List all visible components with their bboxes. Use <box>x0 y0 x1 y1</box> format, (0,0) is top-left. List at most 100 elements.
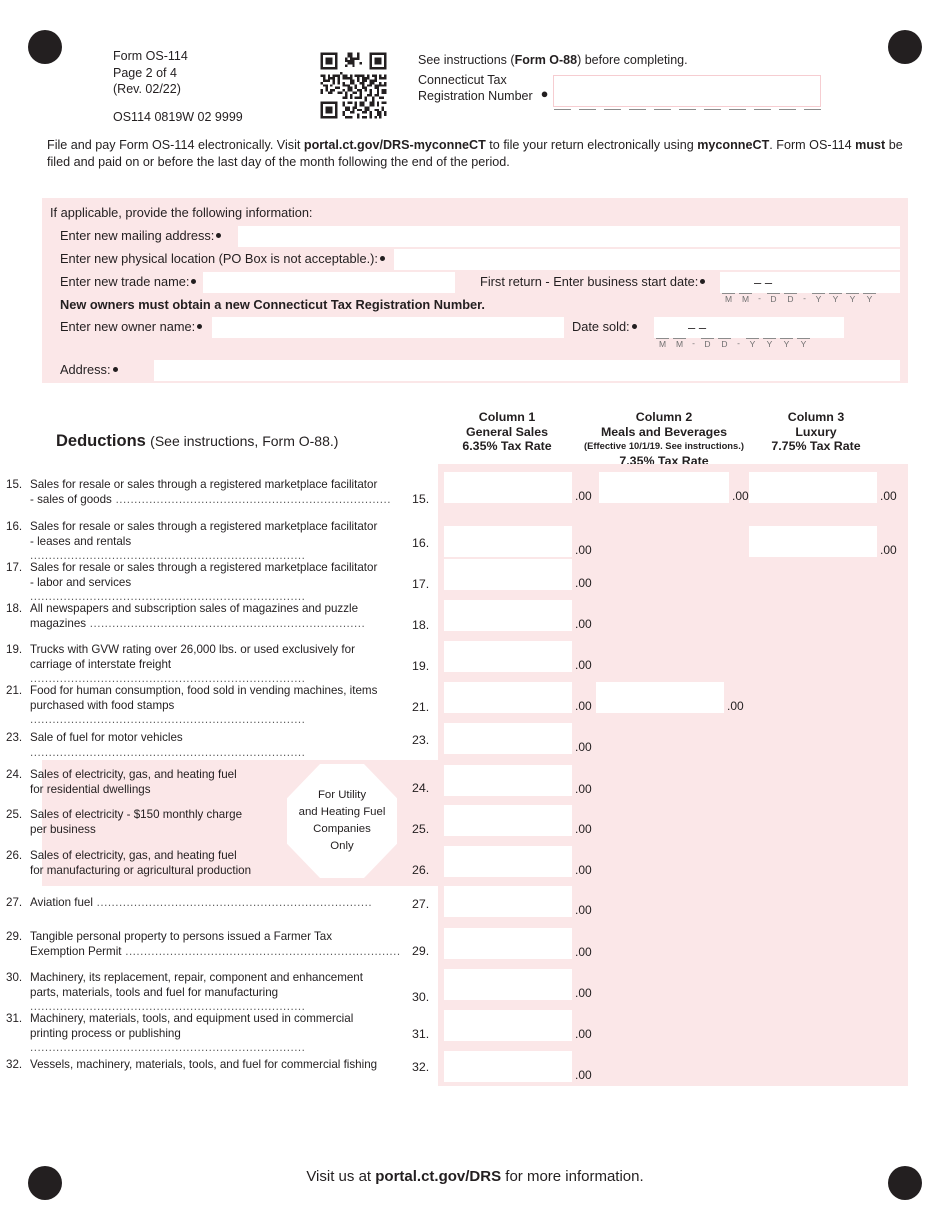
date-sold-legend: MM-DD-YYYY <box>654 338 812 349</box>
row-description-text: Machinery, materials, tools, and equipme… <box>30 1012 354 1055</box>
leader-dots: ........................................… <box>121 944 401 958</box>
new-owner-name-input[interactable] <box>212 317 564 338</box>
row-number-left: 26. <box>6 849 23 862</box>
amount-input-col1[interactable] <box>444 472 572 503</box>
new-physical-location-input[interactable] <box>394 249 900 270</box>
row-number-left: 19. <box>6 643 23 656</box>
row-description-text: Aviation fuel ..........................… <box>30 896 373 909</box>
utility-only-octagon-text: For Utility and Heating Fuel Companies O… <box>298 789 386 852</box>
decimal-suffix: .00 <box>575 903 592 917</box>
header-instructions-block: See instructions (Form O-88) before comp… <box>418 53 888 110</box>
new-mailing-address-input[interactable] <box>238 226 900 247</box>
row-number-right: 29. <box>412 944 430 958</box>
row-description: 27. Aviation fuel .......................… <box>6 896 406 911</box>
ct-registration-number-field[interactable] <box>552 75 822 110</box>
row-description: 21. Food for human consumption, food sold… <box>6 684 406 728</box>
leader-dots: ........................................… <box>111 492 391 506</box>
amount-input-col1[interactable] <box>444 559 572 590</box>
row-description-text: All newspapers and subscription sales of… <box>30 602 366 630</box>
amount-input-col1[interactable] <box>444 886 572 917</box>
amount-input-col1[interactable] <box>444 1051 572 1082</box>
registration-mark-top-right-icon <box>888 30 922 64</box>
row-number-right: 26. <box>412 863 430 877</box>
amount-input-col1[interactable] <box>444 526 572 557</box>
footer-notice: Visit us at portal.ct.gov/DRS for more i… <box>306 1168 644 1185</box>
row-number-left: 30. <box>6 971 23 984</box>
row-description-text: Sales for resale or sales through a regi… <box>30 478 391 506</box>
leader-dots: ........................................… <box>30 1041 306 1055</box>
amount-input-col2[interactable] <box>599 472 729 503</box>
business-start-date-label: First return - Enter business start date… <box>480 274 707 289</box>
decimal-suffix: .00 <box>880 543 897 557</box>
amount-input-col1[interactable] <box>444 641 572 672</box>
row-number-right: 24. <box>412 781 430 795</box>
row-description: 18. All newspapers and subscription sales… <box>6 602 406 631</box>
leader-dots: ........................................… <box>92 896 373 909</box>
decimal-suffix: .00 <box>727 699 744 713</box>
decimal-suffix: .00 <box>575 986 592 1000</box>
row-description-text: Sales for resale or sales through a regi… <box>30 520 378 563</box>
row-number-right: 25. <box>412 822 430 836</box>
row-description: 15. Sales for resale or sales through a r… <box>6 478 406 507</box>
field-bullet-icon <box>191 279 197 284</box>
amount-input-col1[interactable] <box>444 600 572 631</box>
row-number-right: 19. <box>412 659 430 673</box>
myconnect-url: portal.ct.gov/DRS-myconneCT <box>303 138 486 152</box>
decimal-suffix: .00 <box>575 576 592 590</box>
form-revision: (Rev. 02/22) <box>113 82 181 96</box>
amount-input-col1[interactable] <box>444 969 572 1000</box>
row-number-left: 29. <box>6 930 23 943</box>
amount-input-col1[interactable] <box>444 805 572 836</box>
row-description-text: Sale of fuel for motor vehicles ........… <box>30 731 306 759</box>
form-barcode-code: OS114 0819W 02 9999 <box>113 109 243 124</box>
row-number-left: 25. <box>6 808 23 821</box>
decimal-suffix: .00 <box>575 489 592 503</box>
amount-input-col1[interactable] <box>444 846 572 877</box>
row-number-left: 24. <box>6 768 23 781</box>
row-description-text: Sales for resale or sales through a regi… <box>30 561 378 604</box>
row-number-right: 16. <box>412 536 430 550</box>
qr-code-icon <box>318 50 389 121</box>
row-description: 31. Machinery, materials, tools, and equi… <box>6 1012 406 1056</box>
field-bullet-icon <box>631 324 637 329</box>
decimal-suffix: .00 <box>575 945 592 959</box>
address-input[interactable] <box>154 360 900 381</box>
amount-input-col1[interactable] <box>444 682 572 713</box>
column-3-header: Column 3 Luxury 7.75% Tax Rate <box>771 410 861 453</box>
amount-input-col3[interactable] <box>749 526 877 557</box>
row-number-left: 17. <box>6 561 23 574</box>
row-number-left: 27. <box>6 896 23 909</box>
business-start-date-input[interactable] <box>720 272 900 293</box>
ct-registration-number-digit-ticks <box>553 109 822 110</box>
amount-input-col1[interactable] <box>444 1010 572 1041</box>
row-number-left: 15. <box>6 478 23 491</box>
form-identification-block: Form OS-114 Page 2 of 4 (Rev. 02/22) OS1… <box>113 48 243 125</box>
row-description: 32. Vessels, machinery, materials, tools,… <box>6 1058 406 1073</box>
form-page: Form OS-114 Page 2 of 4 (Rev. 02/22) OS1… <box>0 0 950 1230</box>
leader-dots: ........................................… <box>86 616 366 630</box>
decimal-suffix: .00 <box>732 489 749 503</box>
decimal-suffix: .00 <box>575 740 592 754</box>
leader-dots: ........................................… <box>30 713 306 727</box>
new-owner-name-label: Enter new owner name: <box>60 319 204 334</box>
decimal-suffix: .00 <box>575 658 592 672</box>
row-description: 16. Sales for resale or sales through a r… <box>6 520 406 564</box>
row-number-right: 23. <box>412 733 430 747</box>
date-sold-input[interactable] <box>654 317 844 338</box>
decimal-suffix: .00 <box>575 617 592 631</box>
decimal-suffix: .00 <box>575 1027 592 1041</box>
row-number-right: 27. <box>412 897 430 911</box>
row-number-right: 32. <box>412 1060 430 1074</box>
amount-input-col1[interactable] <box>444 765 572 796</box>
amount-input-col1[interactable] <box>444 723 572 754</box>
row-description-text: Food for human consumption, food sold in… <box>30 684 378 727</box>
amount-input-col1[interactable] <box>444 928 572 959</box>
amount-input-col2[interactable] <box>596 682 724 713</box>
new-trade-name-input[interactable] <box>203 272 455 293</box>
ct-registration-number-label: Connecticut Tax Registration Number <box>418 73 533 103</box>
leader-dots: ........................................… <box>30 745 306 759</box>
row-number-left: 23. <box>6 731 23 744</box>
registration-mark-top-left-icon <box>28 30 62 64</box>
decimal-suffix: .00 <box>575 863 592 877</box>
amount-input-col3[interactable] <box>749 472 877 503</box>
